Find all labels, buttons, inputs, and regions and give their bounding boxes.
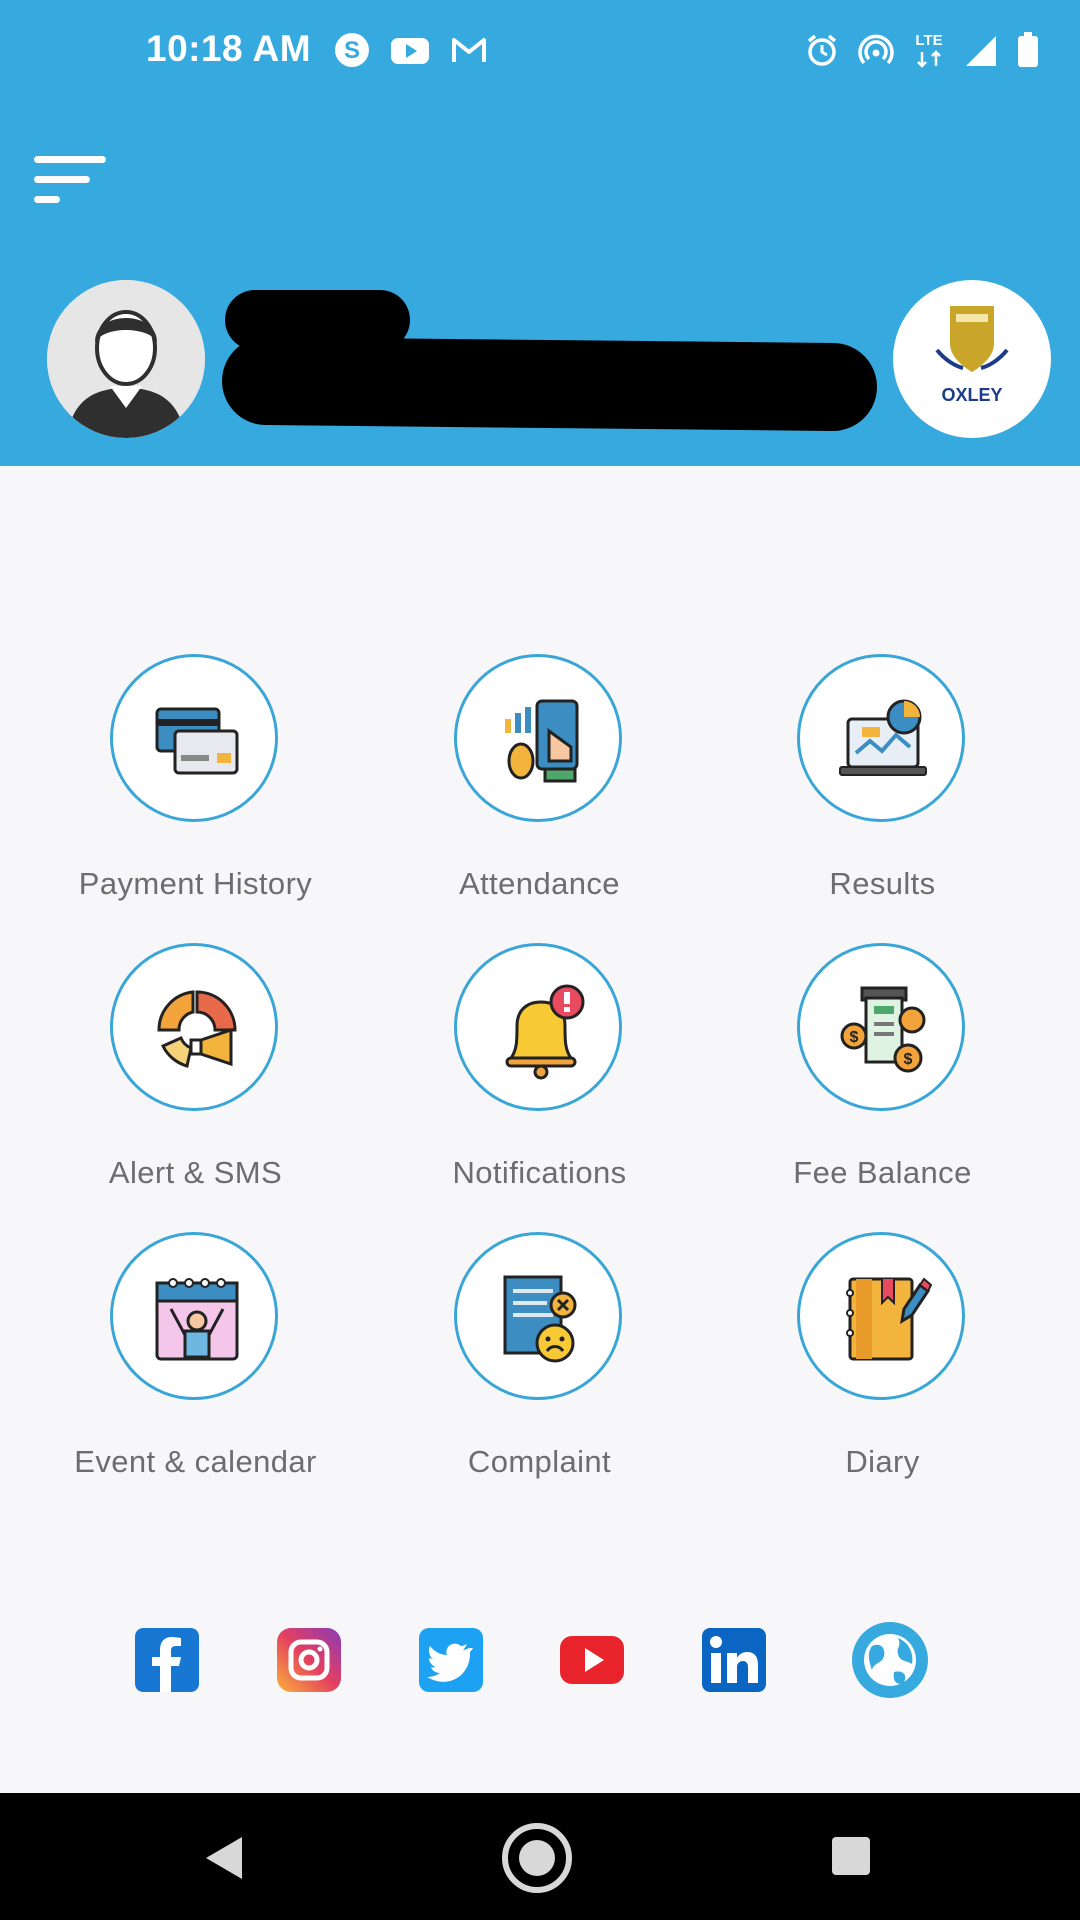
menu-label: Attendance bbox=[459, 866, 620, 901]
menu-attendance[interactable]: Attendance bbox=[368, 654, 711, 924]
status-system-icons: LTE bbox=[804, 30, 1040, 70]
linkedin-icon[interactable] bbox=[702, 1628, 766, 1692]
menu-label: Notifications bbox=[452, 1155, 627, 1190]
school-name: OXLEY bbox=[941, 385, 1003, 405]
school-crest-icon bbox=[935, 306, 1009, 372]
menu-complaint[interactable]: Complaint bbox=[368, 1232, 711, 1502]
status-notification-icons: S bbox=[334, 32, 488, 68]
event-calendar-button[interactable] bbox=[110, 1232, 278, 1400]
menu-notifications[interactable]: Notifications bbox=[368, 943, 711, 1213]
menu-label: Alert & SMS bbox=[108, 1155, 283, 1190]
menu-label: Fee Balance bbox=[793, 1155, 972, 1190]
menu-results[interactable]: Results bbox=[711, 654, 1054, 924]
gmail-icon bbox=[452, 38, 486, 62]
notifications-button[interactable] bbox=[454, 943, 622, 1111]
back-icon[interactable] bbox=[202, 1835, 244, 1881]
facebook-icon[interactable] bbox=[135, 1628, 199, 1692]
alarm-icon bbox=[807, 34, 837, 66]
event-calendar-icon bbox=[155, 1278, 239, 1361]
twitter-icon[interactable] bbox=[419, 1628, 483, 1692]
signal-icon bbox=[966, 36, 996, 66]
complaint-button[interactable] bbox=[454, 1232, 622, 1400]
instagram-icon[interactable] bbox=[277, 1628, 341, 1692]
svg-text:$: $ bbox=[904, 1051, 913, 1068]
status-time: 10:18 AM bbox=[146, 28, 312, 69]
menu-label: Event & calendar bbox=[74, 1444, 317, 1479]
payment-history-button[interactable] bbox=[110, 654, 278, 822]
menu-payment-history[interactable]: Payment History bbox=[24, 654, 367, 924]
recents-icon[interactable] bbox=[830, 1835, 872, 1877]
app-header: 10:18 AM S LTE OXLEY bbox=[0, 0, 1080, 466]
battery-icon bbox=[1018, 32, 1038, 67]
globe-icon[interactable] bbox=[850, 1620, 930, 1700]
payment-history-icon bbox=[155, 707, 239, 775]
home-icon[interactable] bbox=[500, 1821, 574, 1895]
avatar[interactable] bbox=[47, 280, 205, 438]
user-avatar-icon bbox=[47, 280, 205, 438]
menu-label: Diary bbox=[845, 1444, 920, 1479]
social-links bbox=[0, 1622, 1080, 1698]
menu-fee-balance[interactable]: $ $ Fee Balance bbox=[711, 943, 1054, 1213]
menu-label: Complaint bbox=[467, 1444, 612, 1479]
diary-icon bbox=[846, 1277, 933, 1361]
menu-event-calendar[interactable]: Event & calendar bbox=[24, 1232, 367, 1502]
results-icon bbox=[839, 699, 927, 776]
menu-icon[interactable] bbox=[34, 154, 108, 206]
hotspot-icon bbox=[858, 34, 894, 65]
notifications-icon bbox=[505, 984, 585, 1080]
results-button[interactable] bbox=[797, 654, 965, 822]
skype-icon: S bbox=[335, 33, 369, 67]
system-navigation-bar bbox=[0, 1793, 1080, 1920]
complaint-icon bbox=[503, 1275, 577, 1363]
fee-balance-icon: $ $ bbox=[840, 986, 926, 1073]
attendance-icon bbox=[505, 699, 579, 783]
menu-diary[interactable]: Diary bbox=[711, 1232, 1054, 1502]
diary-button[interactable] bbox=[797, 1232, 965, 1400]
attendance-button[interactable] bbox=[454, 654, 622, 822]
lte-icon: LTE bbox=[915, 32, 943, 68]
school-logo: OXLEY bbox=[893, 280, 1051, 438]
alert-sms-button[interactable] bbox=[110, 943, 278, 1111]
svg-text:LTE: LTE bbox=[915, 32, 942, 49]
menu-label: Payment History bbox=[78, 866, 313, 901]
svg-text:S: S bbox=[344, 37, 360, 64]
fee-balance-button[interactable]: $ $ bbox=[797, 943, 965, 1111]
youtube-icon bbox=[391, 38, 429, 64]
svg-text:$: $ bbox=[850, 1029, 859, 1046]
menu-label: Results bbox=[829, 866, 936, 901]
youtube-icon[interactable] bbox=[560, 1628, 624, 1692]
redacted-details bbox=[221, 336, 878, 432]
menu-alert-sms[interactable]: Alert & SMS bbox=[24, 943, 367, 1213]
alert-sms-icon bbox=[157, 990, 237, 1068]
